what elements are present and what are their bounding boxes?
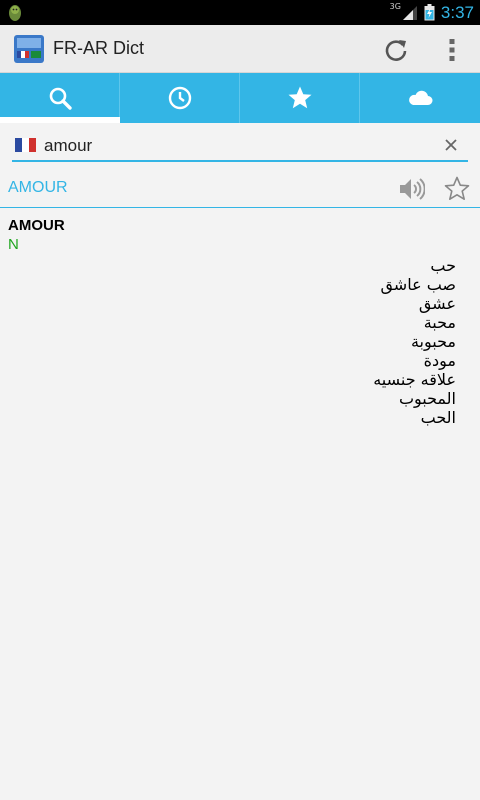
translation-item: مودة	[423, 351, 456, 370]
translation-item: المحبوب	[398, 389, 456, 408]
overflow-menu-button[interactable]	[436, 34, 468, 66]
pronounce-button[interactable]	[396, 174, 426, 204]
clock-icon	[168, 86, 191, 110]
search-icon	[49, 87, 72, 110]
refresh-icon	[385, 40, 407, 61]
translation-item: علاقه جنسيه	[373, 370, 456, 389]
close-icon	[445, 139, 457, 151]
word-header: AMOUR	[0, 170, 480, 208]
translation-item: محبة	[423, 313, 456, 332]
translation-item: عشق	[418, 294, 456, 313]
app-title: FR-AR Dict	[53, 38, 144, 58]
translation-item: محبوبة	[410, 332, 456, 351]
search-input[interactable]	[44, 134, 424, 158]
speaker-icon	[400, 178, 425, 200]
translation-list: حب صب عاشق عشق محبة محبوبة مودة علاقه جن…	[156, 256, 456, 427]
star-outline-icon	[444, 176, 470, 201]
translation-item: الحب	[420, 408, 456, 427]
france-flag-icon[interactable]	[15, 138, 36, 152]
translation-item: صب عاشق	[380, 275, 456, 294]
status-icons: 3G 3:37	[390, 0, 474, 25]
battery-icon	[424, 4, 435, 21]
headword: AMOUR	[8, 179, 68, 196]
android-app-icon	[9, 5, 21, 21]
network-type: 3G	[389, 2, 401, 11]
favorite-button[interactable]	[442, 174, 472, 204]
part-of-speech: N	[8, 236, 19, 253]
status-bar: 3G 3:37	[0, 0, 480, 25]
search-bar	[12, 132, 468, 162]
tab-cloud[interactable]	[360, 73, 480, 123]
app-logo-icon	[14, 35, 44, 63]
cloud-icon	[409, 90, 433, 105]
translation-item: حب	[430, 256, 456, 275]
tab-bar	[0, 73, 480, 123]
tab-history[interactable]	[120, 73, 240, 123]
clear-search-button[interactable]	[440, 134, 462, 156]
status-clock: 3:37	[440, 2, 474, 22]
entry-word: AMOUR	[8, 217, 65, 234]
star-icon	[288, 86, 311, 109]
overflow-menu-icon	[449, 39, 455, 61]
action-bar: FR-AR Dict	[0, 25, 480, 73]
tab-favorites[interactable]	[240, 73, 360, 123]
signal-icon	[402, 5, 417, 20]
tab-search[interactable]	[0, 73, 120, 123]
refresh-button[interactable]	[380, 34, 412, 66]
